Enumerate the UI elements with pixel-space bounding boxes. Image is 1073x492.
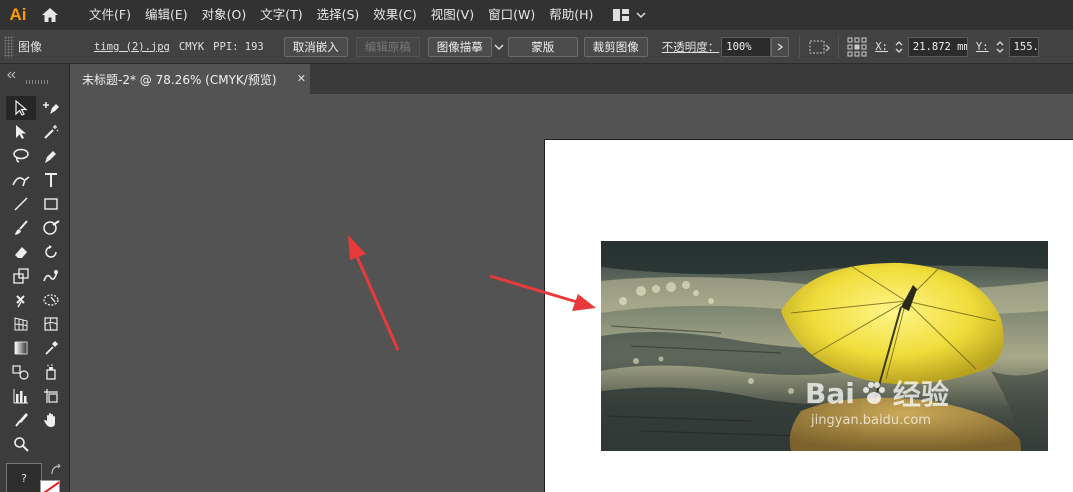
stepper-arrows-icon	[996, 40, 1004, 53]
y-stepper[interactable]	[993, 37, 1007, 57]
paintbrush-tool-icon[interactable]	[6, 216, 36, 240]
menu-file[interactable]: 文件(F)	[82, 0, 138, 30]
workspace-layout-icon	[613, 9, 630, 21]
type-tool-icon[interactable]	[36, 168, 66, 192]
selection-tool-icon[interactable]	[6, 96, 36, 120]
reference-point-icon[interactable]	[847, 37, 867, 57]
menu-bar: Ai 文件(F) 编辑(E) 对象(O) 文字(T) 选择(S) 效果(C) 视…	[0, 0, 1073, 30]
slice-tool-icon[interactable]	[6, 408, 36, 432]
hand-tool-icon[interactable]	[36, 408, 66, 432]
divider	[838, 35, 840, 58]
free-transform-tool-icon[interactable]	[36, 288, 66, 312]
close-icon[interactable]: ✕	[297, 72, 306, 85]
column-graph-tool-icon[interactable]	[6, 384, 36, 408]
pen-tool-icon[interactable]	[36, 144, 66, 168]
y-input[interactable]: 155.9	[1008, 36, 1039, 57]
chevron-down-icon	[636, 12, 646, 19]
symbol-sprayer-tool-icon[interactable]	[36, 360, 66, 384]
object-type-label: 图像	[18, 40, 43, 54]
collapse-arrows-icon[interactable]	[6, 71, 16, 79]
workspace-switcher[interactable]	[612, 8, 646, 22]
puppet-warp-tool-icon[interactable]	[6, 288, 36, 312]
add-anchor-pen-tool-icon[interactable]	[36, 96, 66, 120]
mesh-tool-icon[interactable]	[36, 312, 66, 336]
menu-effect[interactable]: 效果(C)	[366, 0, 423, 30]
opacity-label[interactable]: 不透明度：	[662, 39, 720, 55]
eraser-tool-icon[interactable]	[6, 240, 36, 264]
perspective-grid-tool-icon[interactable]	[6, 312, 36, 336]
control-bar-grip[interactable]	[4, 35, 14, 58]
menu-help[interactable]: 帮助(H)	[542, 0, 600, 30]
gradient-tool-icon[interactable]	[6, 336, 36, 360]
menu-edit[interactable]: 编辑(E)	[138, 0, 195, 30]
lasso-tool-icon[interactable]	[6, 144, 36, 168]
rotate-tool-icon[interactable]	[36, 240, 66, 264]
blend-tool-icon[interactable]	[6, 360, 36, 384]
ppi-label: PPI: 193	[213, 40, 264, 53]
menu-window[interactable]: 窗口(W)	[481, 0, 542, 30]
line-segment-tool-icon[interactable]	[6, 192, 36, 216]
stepper-arrows-icon	[895, 40, 903, 53]
artboard-tool-icon[interactable]	[36, 384, 66, 408]
align-icon[interactable]	[808, 39, 831, 55]
document-tab-bar: 未标题-2* @ 78.26% (CMYK/预览) ✕	[74, 64, 1073, 94]
x-stepper[interactable]	[892, 37, 906, 57]
image-trace-dropdown-icon[interactable]	[494, 43, 504, 51]
menu-list: 文件(F) 编辑(E) 对象(O) 文字(T) 选择(S) 效果(C) 视图(V…	[82, 0, 600, 30]
eyedropper-tool-icon[interactable]	[36, 336, 66, 360]
opacity-expand-button[interactable]	[771, 36, 790, 57]
rectangle-tool-icon[interactable]	[36, 192, 66, 216]
x-input[interactable]: 21.872 mm	[907, 36, 968, 57]
warp-tool-icon[interactable]	[36, 264, 66, 288]
tool-grid	[6, 96, 66, 456]
tools-panel: ?	[0, 64, 70, 492]
swap-colors-icon[interactable]	[50, 464, 62, 476]
control-bar: 图像 timg (2).jpg CMYK PPI: 193 取消嵌入 编辑原稿 …	[0, 30, 1073, 64]
opacity-input[interactable]: 100%	[721, 36, 772, 57]
y-label: Y:	[975, 40, 989, 53]
color-mode-label: CMYK	[178, 40, 205, 53]
mask-button[interactable]: 蒙版	[507, 36, 578, 57]
scale-tool-icon[interactable]	[6, 264, 36, 288]
document-tab[interactable]: 未标题-2* @ 78.26% (CMYK/预览) ✕	[74, 64, 310, 94]
menu-view[interactable]: 视图(V)	[424, 0, 481, 30]
image-trace-button[interactable]: 图像描摹	[427, 36, 492, 57]
arrow-right	[489, 274, 596, 311]
tools-panel-grip[interactable]	[26, 80, 48, 84]
shaper-tool-icon[interactable]	[36, 216, 66, 240]
chevron-right-icon	[777, 42, 784, 51]
magic-wand-tool-icon[interactable]	[36, 120, 66, 144]
zoom-tool-icon[interactable]	[6, 432, 36, 456]
curvature-tool-icon[interactable]	[6, 168, 36, 192]
menu-select[interactable]: 选择(S)	[310, 0, 367, 30]
help-button[interactable]: ?	[6, 463, 42, 492]
document-tab-title: 未标题-2* @ 78.26% (CMYK/预览)	[82, 72, 277, 87]
app-logo: Ai	[9, 5, 27, 24]
crop-image-button[interactable]: 裁剪图像	[583, 36, 648, 57]
stroke-none-swatch[interactable]	[40, 480, 60, 492]
x-label: X:	[875, 40, 888, 53]
menu-object[interactable]: 对象(O)	[195, 0, 254, 30]
menu-type[interactable]: 文字(T)	[253, 0, 309, 30]
arrow-up-left	[348, 235, 400, 351]
direct-selection-tool-icon[interactable]	[6, 120, 36, 144]
linked-file-name[interactable]: timg (2).jpg	[94, 41, 170, 53]
divider	[799, 35, 801, 58]
annotation-arrows	[348, 235, 596, 351]
canvas-area[interactable]: Bai 经验 jingyan.baidu.com	[74, 94, 1073, 492]
home-icon[interactable]	[36, 0, 64, 30]
unembed-button[interactable]: 取消嵌入	[283, 36, 348, 57]
edit-original-button[interactable]: 编辑原稿	[355, 36, 420, 57]
